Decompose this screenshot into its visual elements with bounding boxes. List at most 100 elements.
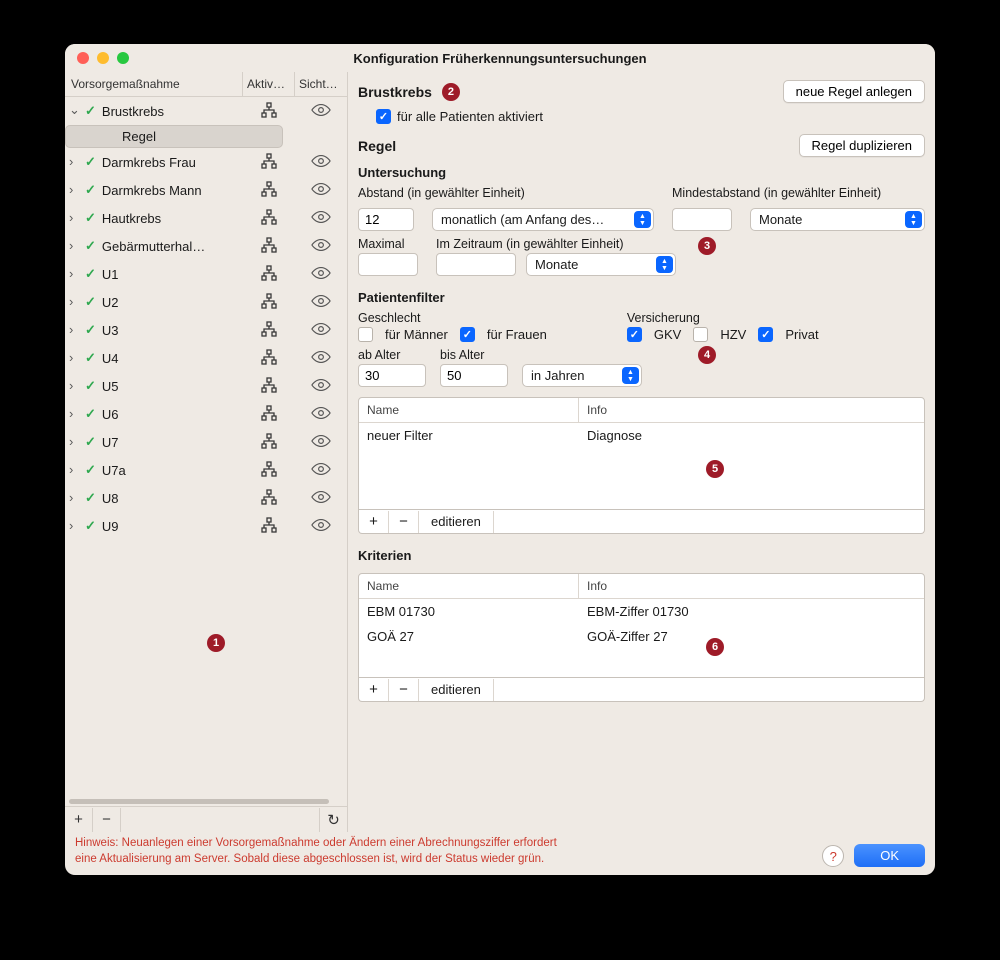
hierarchy-icon[interactable] (243, 433, 295, 452)
alter-unit-select[interactable]: in Jahren ▲▼ (522, 364, 642, 387)
chevron-right-icon[interactable]: › (69, 462, 79, 477)
hierarchy-icon[interactable] (243, 489, 295, 508)
hierarchy-icon[interactable] (243, 181, 295, 200)
kriterien-col-info[interactable]: Info (579, 574, 924, 598)
hzv-checkbox[interactable] (693, 327, 708, 342)
hierarchy-icon[interactable] (243, 209, 295, 228)
kriterien-edit-button[interactable]: editieren (419, 679, 494, 701)
sidebar-item-rule[interactable]: Regel (65, 125, 283, 148)
sidebar-item[interactable]: ›✓U8 (65, 484, 347, 512)
sidebar-item[interactable]: ›✓U7a (65, 456, 347, 484)
chevron-right-icon[interactable]: › (69, 294, 79, 309)
hierarchy-icon[interactable] (243, 265, 295, 284)
sidebar-item[interactable]: ›✓U6 (65, 400, 347, 428)
eye-icon[interactable] (295, 322, 347, 339)
ok-button[interactable]: OK (854, 844, 925, 867)
bis-alter-input[interactable] (440, 364, 508, 387)
eye-icon[interactable] (295, 266, 347, 283)
hierarchy-icon[interactable] (243, 349, 295, 368)
hierarchy-icon[interactable] (243, 153, 295, 172)
mindest-unit-select[interactable]: Monate ▲▼ (750, 208, 925, 231)
hierarchy-icon[interactable] (243, 237, 295, 256)
sidebar-item[interactable]: ›✓Hautkrebs (65, 204, 347, 232)
maximal-input[interactable] (358, 253, 418, 276)
col-visible[interactable]: Sicht… (295, 72, 347, 96)
hierarchy-icon[interactable] (243, 405, 295, 424)
sidebar-item[interactable]: ›✓U5 (65, 372, 347, 400)
privat-checkbox[interactable]: ✓ (758, 327, 773, 342)
eye-icon[interactable] (295, 518, 347, 535)
sidebar-item[interactable]: ›✓Gebärmutterhal… (65, 232, 347, 260)
chevron-right-icon[interactable]: › (69, 182, 79, 197)
add-measure-button[interactable]: + (65, 808, 93, 832)
chevron-right-icon[interactable]: › (69, 378, 79, 393)
hierarchy-icon[interactable] (243, 377, 295, 396)
remove-measure-button[interactable]: − (93, 808, 121, 832)
sidebar-item[interactable]: ⌄✓Brustkrebs (65, 97, 347, 125)
hierarchy-icon[interactable] (243, 102, 295, 121)
hierarchy-icon[interactable] (243, 293, 295, 312)
eye-icon[interactable] (295, 238, 347, 255)
chevron-right-icon[interactable]: › (69, 350, 79, 365)
abstand-unit-select[interactable]: monatlich (am Anfang des… ▲▼ (432, 208, 654, 231)
ab-alter-input[interactable] (358, 364, 426, 387)
chevron-right-icon[interactable]: › (69, 266, 79, 281)
kriterien-col-name[interactable]: Name (359, 574, 579, 598)
eye-icon[interactable] (295, 462, 347, 479)
chevron-right-icon[interactable]: › (69, 490, 79, 505)
table-row[interactable]: GOÄ 27GOÄ-Ziffer 27 (359, 624, 924, 649)
sidebar-item[interactable]: ›✓Darmkrebs Mann (65, 176, 347, 204)
hierarchy-icon[interactable] (243, 321, 295, 340)
chevron-down-icon[interactable]: ⌄ (69, 103, 79, 118)
col-name[interactable]: Vorsorgemaßnahme (65, 72, 243, 96)
activate-all-checkbox[interactable]: ✓ (376, 109, 391, 124)
help-button[interactable]: ? (822, 845, 844, 867)
eye-icon[interactable] (295, 182, 347, 199)
eye-icon[interactable] (295, 350, 347, 367)
chevron-right-icon[interactable]: › (69, 238, 79, 253)
eye-icon[interactable] (295, 490, 347, 507)
sidebar-item[interactable]: ›✓U9 (65, 512, 347, 540)
sidebar-item[interactable]: ›✓U2 (65, 288, 347, 316)
sidebar-item[interactable]: ›✓U7 (65, 428, 347, 456)
new-rule-button[interactable]: neue Regel anlegen (783, 80, 925, 103)
gkv-checkbox[interactable]: ✓ (627, 327, 642, 342)
chevron-right-icon[interactable]: › (69, 434, 79, 449)
table-row[interactable]: EBM 01730EBM-Ziffer 01730 (359, 599, 924, 624)
kriterien-rows[interactable]: EBM 01730EBM-Ziffer 01730GOÄ 27GOÄ-Ziffe… (359, 599, 924, 677)
chevron-right-icon[interactable]: › (69, 406, 79, 421)
sidebar-item[interactable]: ›✓U1 (65, 260, 347, 288)
chevron-right-icon[interactable]: › (69, 322, 79, 337)
table-row[interactable]: neuer FilterDiagnose (359, 423, 924, 448)
col-active[interactable]: Aktiv… (243, 72, 295, 96)
filter-edit-button[interactable]: editieren (419, 511, 494, 533)
mindest-input[interactable] (672, 208, 732, 231)
chevron-right-icon[interactable]: › (69, 154, 79, 169)
male-checkbox[interactable] (358, 327, 373, 342)
eye-icon[interactable] (295, 294, 347, 311)
filter-col-name[interactable]: Name (359, 398, 579, 422)
sidebar-item[interactable]: ›✓Darmkrebs Frau (65, 148, 347, 176)
sidebar-item[interactable]: ›✓U4 (65, 344, 347, 372)
kriterien-remove-button[interactable]: − (389, 679, 419, 701)
hierarchy-icon[interactable] (243, 517, 295, 536)
filter-remove-button[interactable]: − (389, 511, 419, 533)
reload-button[interactable]: ↻ (319, 808, 347, 832)
h-scrollbar[interactable] (65, 798, 347, 806)
eye-icon[interactable] (295, 406, 347, 423)
kriterien-add-button[interactable]: + (359, 679, 389, 701)
filter-add-button[interactable]: + (359, 511, 389, 533)
eye-icon[interactable] (295, 434, 347, 451)
zeitraum-input[interactable] (436, 253, 516, 276)
female-checkbox[interactable]: ✓ (460, 327, 475, 342)
chevron-right-icon[interactable]: › (69, 210, 79, 225)
filter-rows[interactable]: neuer FilterDiagnose (359, 423, 924, 509)
eye-icon[interactable] (295, 210, 347, 227)
abstand-input[interactable] (358, 208, 414, 231)
chevron-right-icon[interactable]: › (69, 518, 79, 533)
duplicate-rule-button[interactable]: Regel duplizieren (799, 134, 925, 157)
hierarchy-icon[interactable] (243, 461, 295, 480)
filter-col-info[interactable]: Info (579, 398, 924, 422)
zeitraum-unit-select[interactable]: Monate ▲▼ (526, 253, 676, 276)
measure-tree[interactable]: ⌄✓BrustkrebsRegel›✓Darmkrebs Frau›✓Darmk… (65, 97, 347, 798)
